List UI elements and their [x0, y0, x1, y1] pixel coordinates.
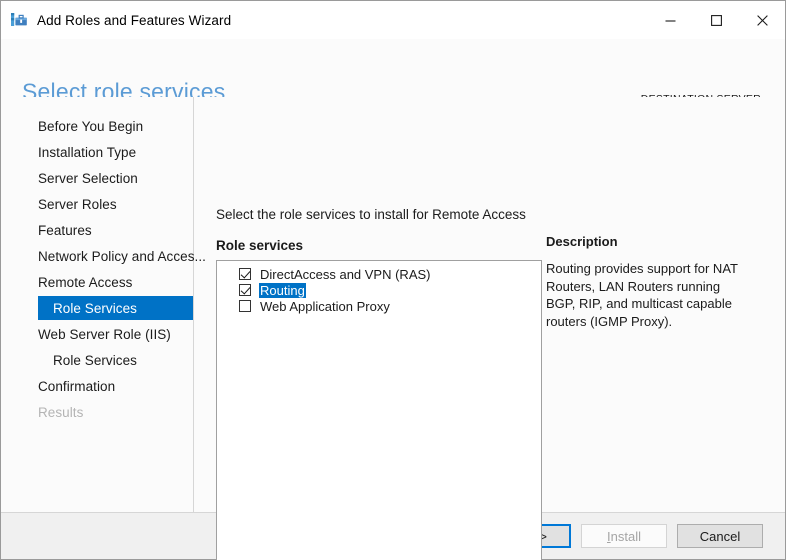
sidebar-item-remote-access[interactable]: Remote Access: [1, 270, 193, 294]
sidebar-item-before-you-begin[interactable]: Before You Begin: [1, 114, 193, 138]
sidebar-item-label: Server Roles: [38, 197, 117, 212]
role-service-row[interactable]: DirectAccess and VPN (RAS): [217, 266, 541, 282]
cancel-button-label: Cancel: [700, 529, 740, 544]
sidebar-item-server-roles[interactable]: Server Roles: [1, 192, 193, 216]
maximize-icon[interactable]: [693, 1, 739, 39]
sidebar-item-role-services[interactable]: Role Services: [1, 348, 193, 372]
sidebar-item-label: Role Services: [53, 301, 137, 316]
role-services-label: Role services: [216, 238, 303, 253]
server-toolbox-icon: [10, 11, 28, 29]
instruction-text: Select the role services to install for …: [216, 207, 526, 222]
minimize-icon[interactable]: [647, 1, 693, 39]
sidebar-item-confirmation[interactable]: Confirmation: [1, 374, 193, 398]
sidebar-item-label: Server Selection: [38, 171, 138, 186]
sidebar-item-label: Network Policy and Acces...: [38, 249, 206, 264]
wizard-window: Add Roles and Features Wizard Select rol…: [0, 0, 786, 560]
role-service-label: DirectAccess and VPN (RAS): [259, 267, 432, 282]
sidebar-item-label: Features: [38, 223, 92, 238]
wizard-body: Before You Begin Installation Type Server …: [1, 97, 785, 512]
sidebar-item-label: Installation Type: [38, 145, 136, 160]
wizard-steps-nav: Before You Begin Installation Type Server …: [1, 97, 194, 512]
sidebar-item-label: Before You Begin: [38, 119, 143, 134]
description-title: Description: [546, 234, 751, 249]
sidebar-item-role-services[interactable]: Role Services: [38, 296, 193, 320]
role-service-row[interactable]: Web Application Proxy: [217, 298, 541, 314]
role-service-row[interactable]: Routing: [217, 282, 541, 298]
window-controls: [647, 1, 785, 39]
role-service-label: Web Application Proxy: [259, 299, 391, 314]
sidebar-item-network-policy-and-acces[interactable]: Network Policy and Acces...: [1, 244, 193, 268]
cancel-button[interactable]: Cancel: [677, 524, 763, 548]
main-panel: Select the role services to install for …: [194, 97, 785, 512]
title-bar: Add Roles and Features Wizard: [1, 1, 785, 39]
sidebar-item-installation-type[interactable]: Installation Type: [1, 140, 193, 164]
checkbox-unchecked-icon[interactable]: [239, 300, 251, 312]
sidebar-item-label: Results: [38, 405, 83, 420]
install-button-label: Install: [607, 529, 641, 544]
sidebar-item-label: Web Server Role (IIS): [38, 327, 171, 342]
sidebar-item-label: Remote Access: [38, 275, 132, 290]
sidebar-item-label: Role Services: [53, 353, 137, 368]
sidebar-item-features[interactable]: Features: [1, 218, 193, 242]
sidebar-item-results: Results: [1, 400, 193, 424]
checkbox-checked-icon[interactable]: [239, 284, 251, 296]
description-text: Routing provides support for NAT Routers…: [546, 260, 742, 330]
page-header: Select role services DESTINATION SERVER …: [1, 39, 785, 97]
role-service-label: Routing: [259, 283, 306, 298]
role-services-listbox[interactable]: DirectAccess and VPN (RAS)RoutingWeb App…: [216, 260, 542, 560]
checkbox-checked-icon[interactable]: [239, 268, 251, 280]
sidebar-item-web-server-role-iis[interactable]: Web Server Role (IIS): [1, 322, 193, 346]
description-panel: Description Routing provides support for…: [546, 234, 751, 330]
window-title: Add Roles and Features Wizard: [37, 13, 231, 28]
sidebar-item-server-selection[interactable]: Server Selection: [1, 166, 193, 190]
install-button: Install: [581, 524, 667, 548]
close-icon[interactable]: [739, 1, 785, 39]
sidebar-item-label: Confirmation: [38, 379, 115, 394]
